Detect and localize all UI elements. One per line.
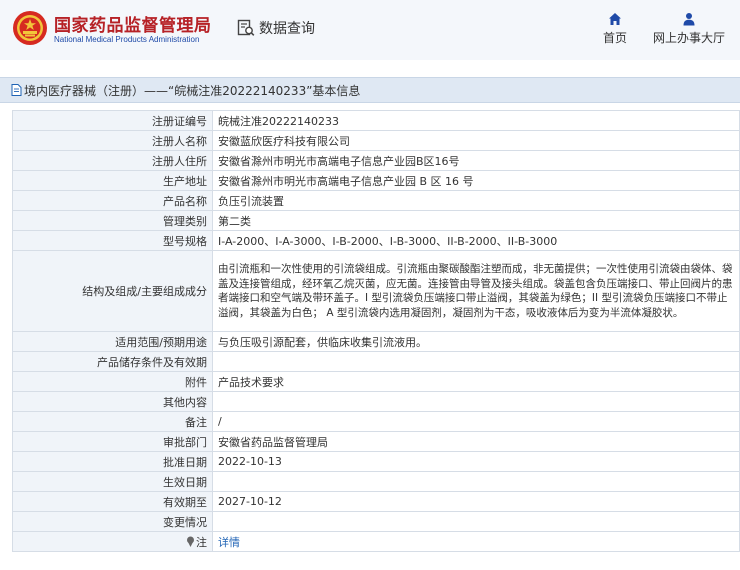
- field-value: 2022-10-13: [212, 451, 740, 472]
- table-row: 管理类别 第二类: [12, 210, 740, 231]
- nav-service-hall[interactable]: 网上办事大厅: [651, 12, 727, 46]
- table-row: 注册人名称 安徽蓝欣医疗科技有限公司: [12, 130, 740, 151]
- table-row: 备注 /: [12, 411, 740, 432]
- nav-service-hall-label: 网上办事大厅: [652, 31, 725, 45]
- field-value: [212, 471, 740, 492]
- table-row: 审批部门 安徽省药品监督管理局: [12, 431, 740, 452]
- field-value: 2027-10-12: [212, 491, 740, 512]
- record-title: 境内医疗器械（注册）——“皖械注准20222140233”基本信息: [24, 83, 361, 98]
- table-row: 型号规格 I-A-2000、I-A-3000、I-B-2000、I-B-3000…: [12, 230, 740, 251]
- table-row: 注册证编号 皖械注准20222140233: [12, 110, 740, 131]
- field-label: 产品储存条件及有效期: [12, 351, 213, 372]
- field-label: 注册人住所: [12, 150, 213, 171]
- table-row: 附件 产品技术要求: [12, 371, 740, 392]
- table-row: 注册人住所 安徽省滁州市明光市高端电子信息产业园B区16号: [12, 150, 740, 171]
- field-label: 适用范围/预期用途: [12, 331, 213, 352]
- field-value: 负压引流装置: [212, 190, 740, 211]
- field-value: 安徽蓝欣医疗科技有限公司: [212, 130, 740, 151]
- field-value: I-A-2000、I-A-3000、I-B-2000、I-B-3000、II-B…: [212, 230, 740, 251]
- table-row: 产品储存条件及有效期: [12, 351, 740, 372]
- table-row: 生产地址 安徽省滁州市明光市高端电子信息产业园 B 区 16 号: [12, 170, 740, 191]
- field-label: 注册证编号: [12, 110, 213, 131]
- field-label: 生效日期: [12, 471, 213, 492]
- note-label: 注: [196, 535, 207, 549]
- field-label: 变更情况: [12, 511, 213, 532]
- field-value: 安徽省药品监督管理局: [212, 431, 740, 452]
- field-label: 备注: [12, 411, 213, 432]
- table-row: 有效期至 2027-10-12: [12, 491, 740, 512]
- field-value: [212, 511, 740, 532]
- field-value: /: [212, 411, 740, 432]
- document-icon: [11, 84, 22, 96]
- note-value-cell: 详情: [212, 531, 740, 552]
- field-value: 第二类: [212, 210, 740, 231]
- table-row: 适用范围/预期用途 与负压吸引源配套，供临床收集引流液用。: [12, 331, 740, 352]
- field-label: 生产地址: [12, 170, 213, 191]
- note-label-cell: 注: [12, 531, 213, 552]
- field-label: 管理类别: [12, 210, 213, 231]
- field-label: 有效期至: [12, 491, 213, 512]
- field-label: 其他内容: [12, 391, 213, 412]
- table-row: 结构及组成/主要组成成分 由引流瓶和一次性使用的引流袋组成。引流瓶由聚碳酸酯注塑…: [12, 250, 740, 332]
- field-value: 与负压吸引源配套，供临床收集引流液用。: [212, 331, 740, 352]
- field-label: 注册人名称: [12, 130, 213, 151]
- field-value: 皖械注准20222140233: [212, 110, 740, 131]
- site-title[interactable]: 国家药品监督管理局: [54, 11, 212, 36]
- data-query-label: 数据查询: [259, 21, 315, 37]
- field-label: 附件: [12, 371, 213, 392]
- detail-link[interactable]: 详情: [218, 536, 240, 549]
- field-label: 产品名称: [12, 190, 213, 211]
- table-row: 生效日期: [12, 471, 740, 492]
- field-label: 审批部门: [12, 431, 213, 452]
- nav-home[interactable]: 首页: [598, 12, 632, 46]
- user-icon: [683, 13, 695, 26]
- data-query-icon: [237, 19, 255, 36]
- table-row: 产品名称 负压引流装置: [12, 190, 740, 211]
- site-subtitle: National Medical Products Administration: [54, 35, 200, 44]
- table-row: 批准日期 2022-10-13: [12, 451, 740, 472]
- field-label: 结构及组成/主要组成成分: [12, 250, 213, 332]
- field-value: 安徽省滁州市明光市高端电子信息产业园 B 区 16 号: [212, 170, 740, 191]
- field-value: 产品技术要求: [212, 371, 740, 392]
- data-query-link[interactable]: 数据查询: [237, 17, 315, 39]
- table-row: 变更情况: [12, 511, 740, 532]
- field-label: 型号规格: [12, 230, 213, 251]
- table-row: 其他内容: [12, 391, 740, 412]
- home-icon: [609, 13, 621, 25]
- field-label: 批准日期: [12, 451, 213, 472]
- field-value: [212, 351, 740, 372]
- pin-icon: [187, 536, 194, 547]
- field-value: [212, 391, 740, 412]
- table-row: 注 详情: [12, 531, 740, 552]
- record-title-bar: 境内医疗器械（注册）——“皖械注准20222140233”基本信息: [0, 77, 740, 103]
- nav-home-label: 首页: [602, 31, 627, 45]
- site-header: 国家药品监督管理局 National Medical Products Admi…: [0, 0, 740, 60]
- device-info-table: 注册证编号 皖械注准20222140233 注册人名称 安徽蓝欣医疗科技有限公司…: [12, 110, 740, 552]
- field-value: 安徽省滁州市明光市高端电子信息产业园B区16号: [212, 150, 740, 171]
- field-value: 由引流瓶和一次性使用的引流袋组成。引流瓶由聚碳酸酯注塑而成，非无菌提供；一次性使…: [212, 250, 740, 332]
- national-emblem-logo[interactable]: [12, 10, 48, 46]
